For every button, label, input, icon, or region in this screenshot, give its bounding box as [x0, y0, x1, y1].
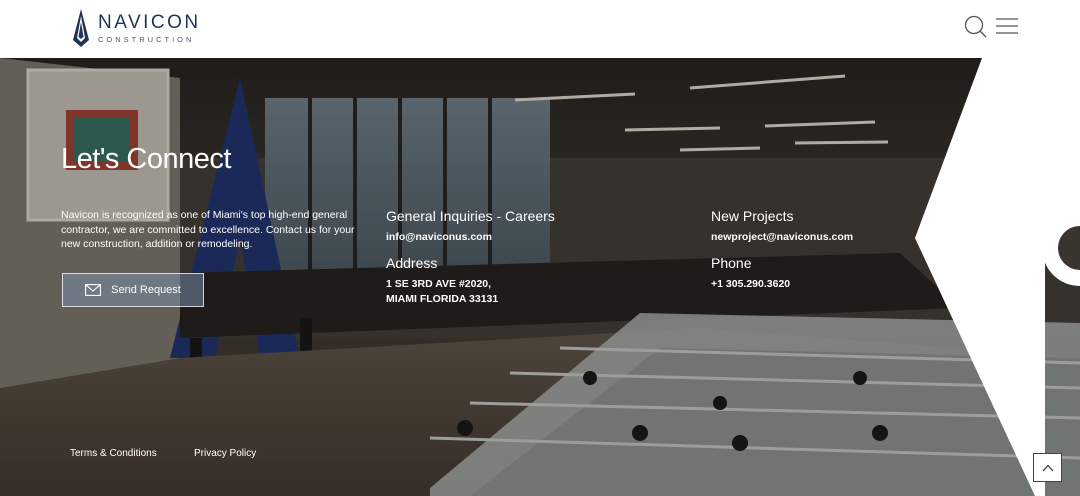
- page-title: Let's Connect: [61, 143, 231, 175]
- send-request-label: Send Request: [111, 284, 181, 296]
- brand-subtitle: CONSTRUCTION: [98, 34, 195, 44]
- general-email-link[interactable]: info@naviconus.com: [386, 230, 492, 244]
- mail-icon: [85, 284, 102, 296]
- phone-link[interactable]: +1 305.290.3620: [711, 277, 790, 291]
- search-icon[interactable]: [963, 14, 987, 38]
- address-label: Address: [386, 255, 438, 271]
- hero-section: Let's Connect Navicon is recognized as o…: [0, 58, 1080, 496]
- terms-link[interactable]: Terms & Conditions: [70, 448, 157, 459]
- intro-text: Navicon is recognized as one of Miami's …: [61, 209, 355, 250]
- brand-name: NAVICON: [98, 11, 201, 33]
- hamburger-menu-icon[interactable]: [996, 16, 1018, 36]
- general-inquiries-label: General Inquiries - Careers: [386, 208, 555, 224]
- projects-email-link[interactable]: newproject@naviconus.com: [711, 230, 853, 244]
- send-request-button[interactable]: Send Request: [62, 273, 204, 307]
- privacy-link[interactable]: Privacy Policy: [194, 448, 256, 459]
- compass-logo-icon: [73, 9, 89, 47]
- new-projects-label: New Projects: [711, 208, 794, 224]
- address-line-2: MIAMI FLORIDA 33131: [386, 293, 499, 305]
- site-header: NAVICON CONSTRUCTION: [0, 0, 1080, 58]
- chevron-up-icon: [1042, 464, 1053, 471]
- phone-label: Phone: [711, 255, 752, 271]
- scroll-to-top-button[interactable]: [1033, 453, 1062, 482]
- brand-logo[interactable]: NAVICON CONSTRUCTION: [72, 8, 201, 48]
- address-line-1: 1 SE 3RD AVE #2020,: [386, 278, 492, 290]
